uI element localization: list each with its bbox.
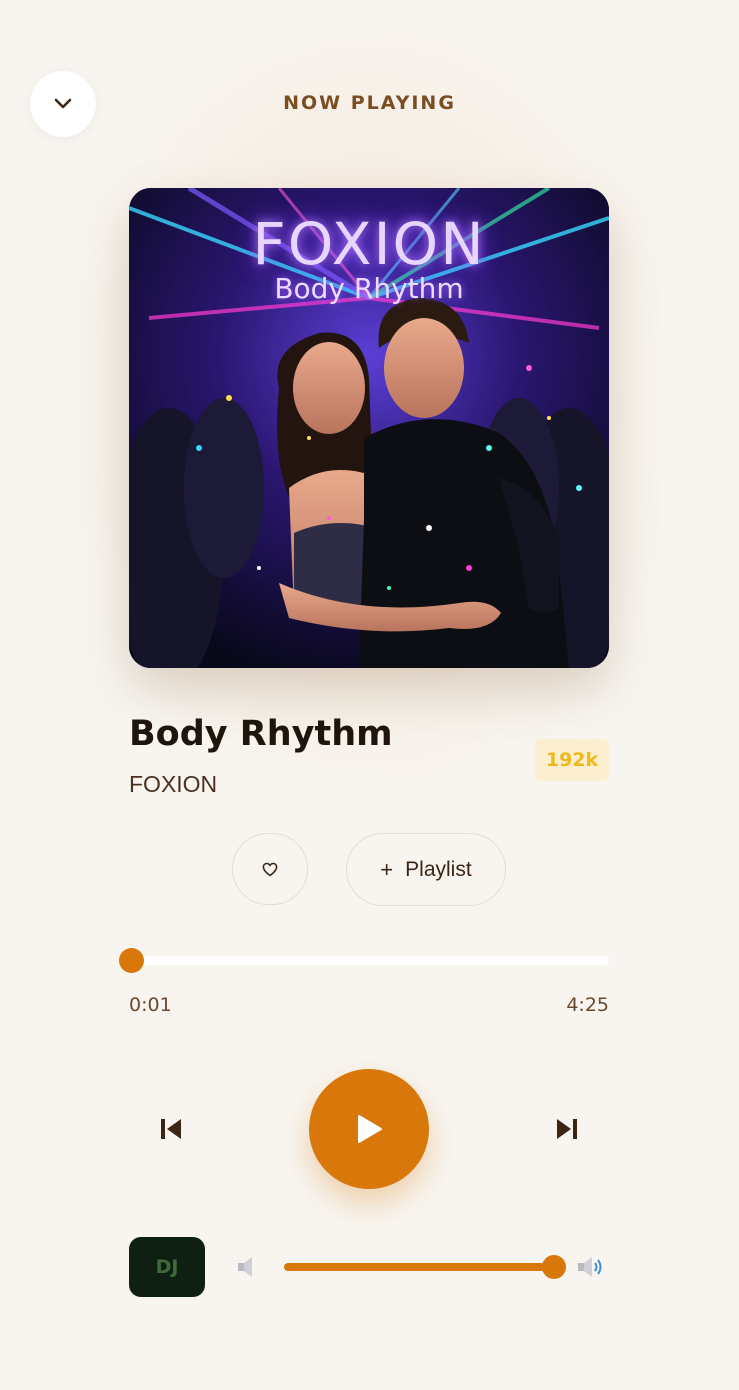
playlist-label: Playlist [405,857,472,881]
total-time: 4:25 [566,994,609,1016]
progress-bar[interactable] [118,948,609,973]
volume-fill [284,1263,554,1271]
track-artist[interactable]: FOXION [129,771,217,798]
next-button[interactable] [547,1109,587,1149]
volume-low-icon[interactable] [236,1255,258,1284]
like-button[interactable] [232,833,308,905]
play-button[interactable] [309,1069,429,1189]
current-time: 0:01 [129,994,172,1016]
page-title: NOW PLAYING [283,92,456,114]
quality-badge: 192k [535,739,609,781]
album-art-title: FOXION [252,210,486,278]
progress-thumb[interactable] [118,948,144,973]
volume-slider[interactable] [284,1255,566,1279]
track-title: Body Rhythm [129,714,393,754]
volume-thumb[interactable] [542,1255,566,1279]
now-playing-screen: NOW PLAYING FOXION Body Rhythm Body Rhyt… [0,0,739,1390]
dj-button[interactable]: DJ [129,1237,205,1297]
heart-outline-icon [262,862,278,876]
plus-icon: + [380,856,394,882]
album-art: FOXION Body Rhythm [129,188,609,668]
play-icon [358,1115,382,1143]
add-to-playlist-button[interactable]: + Playlist [346,833,506,906]
previous-button[interactable] [151,1109,191,1149]
album-art-subtitle: Body Rhythm [274,272,464,305]
skip-previous-icon [161,1119,181,1139]
volume-high-icon[interactable] [576,1254,606,1285]
skip-next-icon [557,1119,577,1139]
